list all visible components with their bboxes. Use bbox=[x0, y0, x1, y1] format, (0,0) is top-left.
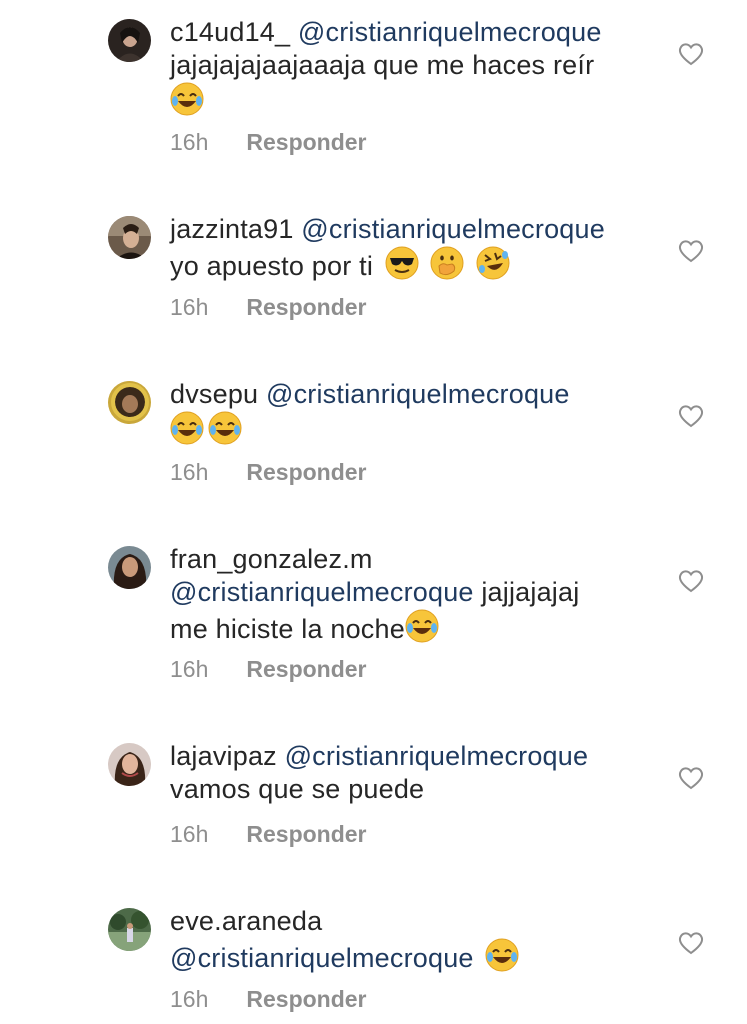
like-heart-icon[interactable] bbox=[678, 766, 704, 790]
joy-emoji bbox=[170, 411, 204, 453]
joy-emoji bbox=[405, 609, 439, 651]
joy-emoji bbox=[485, 938, 519, 980]
comment-text: vamos que se puede bbox=[170, 774, 425, 804]
comment-username[interactable]: fran_gonzalez.m bbox=[170, 544, 373, 574]
comment-text: yo apuesto por ti bbox=[170, 251, 374, 281]
joy-emoji bbox=[170, 82, 204, 124]
comment-time: 16h bbox=[170, 656, 209, 682]
reply-button[interactable]: Responder bbox=[246, 459, 366, 485]
joy-emoji bbox=[208, 411, 242, 453]
comment-mention[interactable]: @cristianriquelmecroque bbox=[266, 379, 570, 409]
comment-mention[interactable]: @cristianriquelmecroque bbox=[170, 577, 474, 607]
comment-time: 16h bbox=[170, 986, 209, 1012]
like-heart-icon[interactable] bbox=[678, 42, 704, 66]
sunglasses-emoji bbox=[385, 246, 419, 288]
avatar[interactable] bbox=[108, 381, 151, 424]
comment-time: 16h bbox=[170, 294, 209, 320]
comment-username[interactable]: eve.araneda bbox=[170, 906, 322, 936]
reply-button[interactable]: Responder bbox=[246, 656, 366, 682]
like-heart-icon[interactable] bbox=[678, 931, 704, 955]
hand-over-mouth-emoji bbox=[430, 246, 464, 288]
comment-mention[interactable]: @cristianriquelmecroque bbox=[298, 17, 602, 47]
reply-button[interactable]: Responder bbox=[246, 986, 366, 1012]
comment-time: 16h bbox=[170, 459, 209, 485]
comment-username[interactable]: lajavipaz bbox=[170, 741, 277, 771]
comment-text: jajajajajaajaaaja que me haces reír bbox=[170, 50, 595, 80]
comment-mention[interactable]: @cristianriquelmecroque bbox=[285, 741, 589, 771]
reply-button[interactable]: Responder bbox=[246, 821, 366, 847]
reply-button[interactable]: Responder bbox=[246, 129, 366, 155]
avatar[interactable] bbox=[108, 908, 151, 951]
comment-mention[interactable]: @cristianriquelmecroque bbox=[301, 214, 605, 244]
avatar[interactable] bbox=[108, 743, 151, 786]
comment-username[interactable]: dvsepu bbox=[170, 379, 258, 409]
avatar[interactable] bbox=[108, 19, 151, 62]
comment-time: 16h bbox=[170, 821, 209, 847]
rofl-emoji bbox=[476, 246, 510, 288]
like-heart-icon[interactable] bbox=[678, 239, 704, 263]
comment-username[interactable]: c14ud14_ bbox=[170, 17, 290, 47]
comment-mention[interactable]: @cristianriquelmecroque bbox=[170, 943, 474, 973]
avatar[interactable] bbox=[108, 546, 151, 589]
comment-time: 16h bbox=[170, 129, 209, 155]
comment-username[interactable]: jazzinta91 bbox=[170, 214, 294, 244]
avatar[interactable] bbox=[108, 216, 151, 259]
like-heart-icon[interactable] bbox=[678, 569, 704, 593]
comment-text: me hiciste la noche bbox=[170, 614, 405, 644]
comment-text-inline: jajjajajaj bbox=[473, 577, 580, 607]
reply-button[interactable]: Responder bbox=[246, 294, 366, 320]
like-heart-icon[interactable] bbox=[678, 404, 704, 428]
